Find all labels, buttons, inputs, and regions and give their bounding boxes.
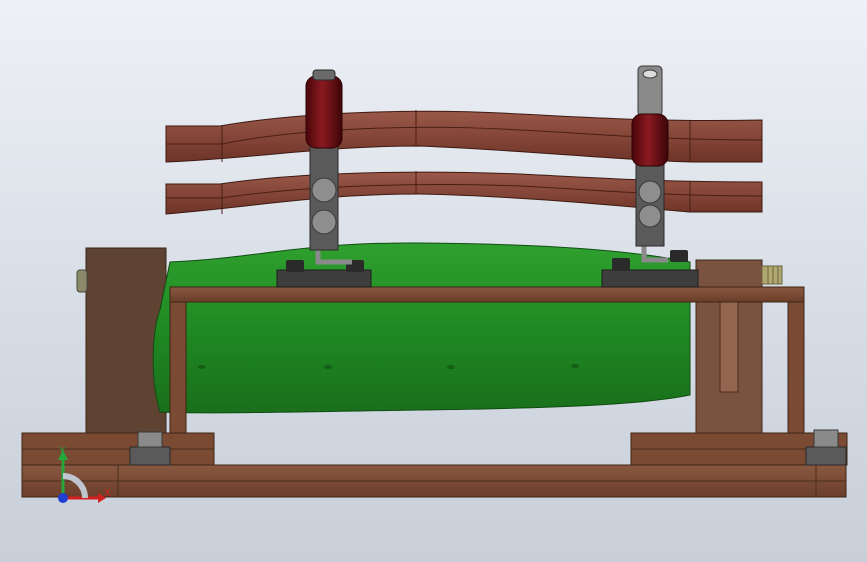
upper-bow-strip [165, 110, 763, 163]
green-workpiece [152, 242, 691, 414]
clamp-handle[interactable] [631, 113, 669, 167]
hole-mark [198, 365, 206, 369]
left-knob [76, 269, 88, 293]
lower-bow-strip [165, 171, 763, 215]
hole-mark [324, 365, 332, 369]
base-bolt [805, 446, 847, 466]
fixture-assembly-view[interactable]: Y X [0, 0, 867, 562]
base-bolt-head [813, 429, 839, 448]
hole-mark [447, 365, 455, 369]
right-slot [719, 299, 739, 393]
triad-y-label: Y [58, 446, 66, 457]
clamp-base [601, 269, 699, 288]
top-plate [169, 286, 805, 303]
cad-viewport[interactable]: Y X [0, 0, 867, 562]
right-pin [761, 265, 783, 285]
base-bolt-head [137, 431, 163, 448]
base-bolt [129, 446, 171, 466]
clamp-base [276, 269, 372, 288]
hole-mark [571, 364, 579, 368]
clamp-handle[interactable] [305, 75, 343, 149]
triad-x-label: X [104, 488, 111, 499]
